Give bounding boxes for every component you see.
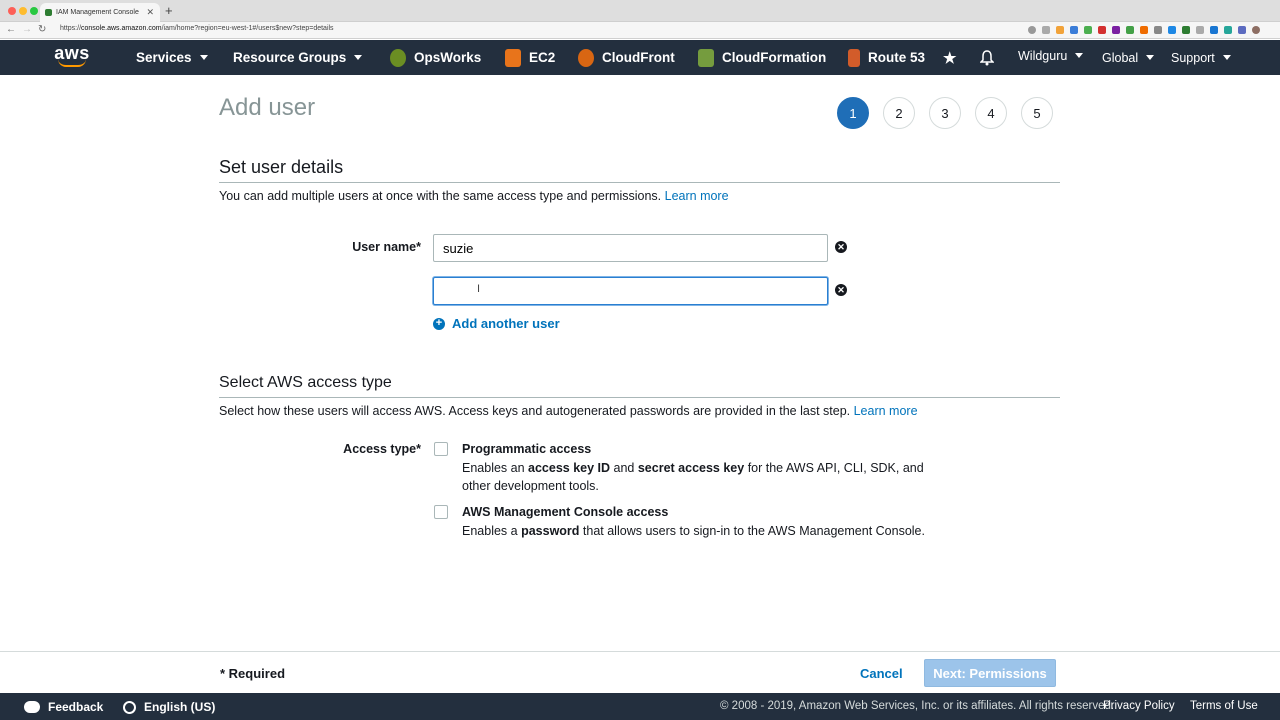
next-permissions-button[interactable]: Next: Permissions — [924, 659, 1056, 687]
zoom-icon[interactable] — [1028, 26, 1036, 34]
extension-icon[interactable] — [1182, 26, 1190, 34]
region-menu[interactable]: Global — [1102, 40, 1155, 75]
extension-icons — [1028, 26, 1260, 34]
profile-avatar[interactable] — [1252, 26, 1260, 34]
wizard-action-bar: * Required Cancel Next: Permissions — [0, 651, 1280, 693]
bell-icon[interactable] — [980, 40, 994, 75]
console-footer: Feedback English (US) © 2008 - 2019, Ama… — [0, 693, 1280, 720]
terms-of-use-link[interactable]: Terms of Use — [1190, 700, 1258, 712]
learn-more-link[interactable]: Learn more — [665, 189, 729, 203]
extension-icon[interactable] — [1112, 26, 1120, 34]
access-type-label: Access type* — [343, 442, 421, 456]
new-tab-button[interactable]: + — [165, 3, 173, 18]
user-name-input-1[interactable] — [433, 234, 828, 262]
user-name-input-2[interactable] — [433, 277, 828, 305]
account-menu[interactable]: Wildguru — [1018, 38, 1084, 73]
shortcut-opsworks[interactable]: OpsWorks — [390, 40, 481, 75]
programmatic-access-description: Enables an access key ID and secret acce… — [462, 461, 924, 493]
browser-tab-bar: IAM Management Console ✕ + — [0, 0, 1280, 22]
divider — [219, 397, 1060, 398]
console-access-description: Enables a password that allows users to … — [462, 524, 925, 538]
user-details-description: You can add multiple users at once with … — [219, 189, 729, 203]
privacy-policy-link[interactable]: Privacy Policy — [1103, 700, 1175, 712]
step-2[interactable]: 2 — [883, 97, 915, 129]
extension-icon[interactable] — [1126, 26, 1134, 34]
browser-tab[interactable]: IAM Management Console ✕ — [40, 3, 160, 22]
url-field[interactable]: https://console.aws.amazon.com/iam/home?… — [60, 25, 334, 32]
resource-groups-menu[interactable]: Resource Groups — [233, 40, 363, 75]
console-access-checkbox[interactable] — [434, 505, 448, 519]
remove-user-icon[interactable]: ✕ — [835, 241, 847, 253]
extension-icon[interactable] — [1070, 26, 1078, 34]
extension-icon[interactable] — [1196, 26, 1204, 34]
chevron-down-icon — [354, 55, 363, 60]
chevron-down-icon — [1075, 53, 1084, 58]
chevron-down-icon — [1146, 55, 1155, 60]
step-4[interactable]: 4 — [975, 97, 1007, 129]
cloudfront-icon — [578, 48, 594, 67]
back-icon[interactable]: ← — [6, 24, 16, 35]
aws-logo[interactable]: aws — [52, 44, 92, 70]
support-menu[interactable]: Support — [1171, 40, 1231, 75]
step-3[interactable]: 3 — [929, 97, 961, 129]
extension-icon[interactable] — [1056, 26, 1064, 34]
favicon-icon — [45, 9, 52, 16]
programmatic-access-title: Programmatic access — [462, 442, 592, 456]
extension-icon[interactable] — [1098, 26, 1106, 34]
remove-user-icon[interactable]: ✕ — [835, 284, 847, 296]
learn-more-link[interactable]: Learn more — [854, 404, 918, 418]
address-bar: ← → ↻ https://console.aws.amazon.com/iam… — [0, 22, 1280, 39]
close-window-button[interactable] — [8, 7, 16, 15]
tab-title: IAM Management Console — [56, 9, 139, 16]
extension-icon[interactable] — [1084, 26, 1092, 34]
extension-icon[interactable] — [1168, 26, 1176, 34]
console-access-title: AWS Management Console access — [462, 505, 669, 519]
maximize-window-button[interactable] — [30, 7, 38, 15]
reload-icon[interactable]: ↻ — [38, 24, 46, 35]
forward-icon[interactable]: → — [22, 24, 32, 35]
section-title-access-type: Select AWS access type — [219, 374, 392, 391]
shortcut-route53[interactable]: Route 53 — [848, 40, 925, 75]
section-title-user-details: Set user details — [219, 157, 344, 177]
feedback-button[interactable]: Feedback — [24, 700, 103, 714]
user-name-label: User name* — [352, 240, 421, 254]
shortcut-cloudformation[interactable]: CloudFormation — [698, 40, 826, 75]
chevron-down-icon — [1222, 55, 1231, 60]
step-1[interactable]: 1 — [837, 97, 869, 129]
programmatic-access-checkbox[interactable] — [434, 442, 448, 456]
services-menu[interactable]: Services — [136, 40, 208, 75]
pin-icon[interactable]: ★ — [943, 40, 956, 75]
globe-icon — [123, 700, 136, 714]
extension-icon[interactable] — [1210, 26, 1218, 34]
shortcut-ec2[interactable]: EC2 — [505, 40, 555, 75]
speech-bubble-icon — [24, 701, 40, 713]
extension-icon[interactable] — [1140, 26, 1148, 34]
extension-icon[interactable] — [1224, 26, 1232, 34]
plus-circle-icon: + — [433, 317, 445, 330]
minimize-window-button[interactable] — [19, 7, 27, 15]
language-selector[interactable]: English (US) — [123, 700, 215, 714]
add-another-user-link[interactable]: + Add another user — [433, 316, 560, 331]
step-5[interactable]: 5 — [1021, 97, 1053, 129]
cancel-button[interactable]: Cancel — [860, 666, 903, 681]
close-tab-icon[interactable]: ✕ — [146, 7, 154, 18]
shortcut-cloudfront[interactable]: CloudFront — [578, 40, 675, 75]
cloudformation-icon — [698, 48, 714, 67]
opsworks-icon — [390, 48, 406, 67]
route53-icon — [848, 48, 860, 67]
required-note: * Required — [220, 666, 286, 681]
extension-icon[interactable] — [1154, 26, 1162, 34]
aws-smile-icon — [58, 59, 86, 67]
copyright-text: © 2008 - 2019, Amazon Web Services, Inc.… — [720, 700, 1115, 712]
page-title: Add user — [219, 94, 316, 121]
text-cursor-icon: I — [477, 283, 481, 295]
ec2-icon — [505, 48, 521, 67]
access-type-description: Select how these users will access AWS. … — [219, 404, 918, 418]
bookmark-star-icon[interactable] — [1042, 26, 1050, 34]
divider — [219, 182, 1060, 183]
chevron-down-icon — [199, 55, 208, 60]
extension-icon[interactable] — [1238, 26, 1246, 34]
aws-top-nav: aws Services Resource Groups OpsWorks EC… — [0, 40, 1280, 75]
